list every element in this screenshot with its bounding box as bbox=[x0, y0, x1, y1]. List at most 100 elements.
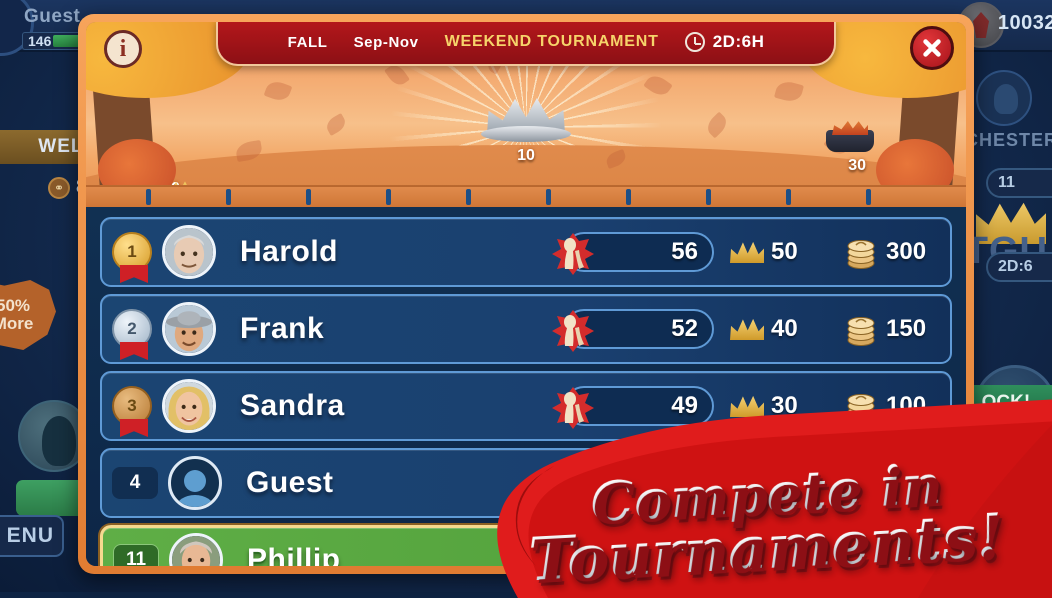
background-promo-badge[interactable]: 50% More bbox=[0, 280, 56, 350]
tournament-header-banner: FALL Sep-Nov WEEKEND TOURNAMENT 2D:6H bbox=[216, 22, 836, 66]
coin-stack-icon bbox=[847, 317, 875, 346]
strike-pins-icon bbox=[552, 233, 594, 275]
coin-stat: 150 bbox=[843, 311, 938, 347]
coin-value: 150 bbox=[886, 315, 927, 342]
table-row[interactable]: 1 Harold 56 50 300 bbox=[100, 217, 952, 287]
crown-value: 30 bbox=[771, 392, 798, 419]
score-value: 52 bbox=[671, 315, 698, 342]
avatar-face-icon bbox=[165, 382, 213, 430]
promo-badge-more: More bbox=[0, 314, 34, 333]
track-tick bbox=[386, 189, 391, 205]
menu-button-label: ENU bbox=[6, 524, 54, 547]
falling-leaf bbox=[263, 78, 293, 104]
time-remaining-group: 2D:6H bbox=[684, 32, 765, 52]
coin-stack-icon bbox=[847, 240, 875, 269]
crown-value: 50 bbox=[771, 238, 798, 265]
track-tick bbox=[306, 189, 311, 205]
background-level-value: 146 bbox=[28, 33, 52, 49]
background-right-timer-pill: 2D:6 bbox=[986, 252, 1052, 282]
center-crown-base bbox=[481, 126, 571, 142]
rank-number: 4 bbox=[112, 467, 158, 499]
crown-icon bbox=[730, 241, 764, 263]
table-row[interactable]: 2 Frank 52 40 150 bbox=[100, 294, 952, 364]
background-right-rank-pill: 11 bbox=[986, 168, 1052, 198]
background-right-timer: 2D:6 bbox=[998, 258, 1033, 275]
close-button[interactable] bbox=[910, 26, 954, 70]
background-player-name: Guest bbox=[24, 6, 81, 27]
row-stats: 52 40 150 bbox=[552, 309, 950, 352]
coin-value: 100 bbox=[886, 392, 927, 419]
player-name: Harold bbox=[240, 235, 339, 268]
rank-medal-gold: 1 bbox=[112, 232, 152, 272]
close-icon bbox=[923, 39, 941, 57]
avatar bbox=[169, 533, 223, 566]
coin-stat: 100 bbox=[843, 388, 938, 424]
player-name: Frank bbox=[240, 312, 325, 345]
crown-stat: 40 bbox=[730, 315, 823, 343]
scene-right-marker: 30 bbox=[848, 157, 866, 174]
tournament-modal: 10 0 30 FALL Sep-Nov WEEKEND TOURNA bbox=[78, 14, 974, 574]
rank-medal-bronze: 3 bbox=[112, 386, 152, 426]
crown-icon bbox=[730, 318, 764, 340]
player-name: Guest bbox=[246, 466, 334, 499]
leaderboard: 1 Harold 56 50 300 2 Frank 52 40 150 3 S… bbox=[86, 207, 966, 566]
falling-leaf bbox=[703, 111, 731, 139]
avatar-face-icon bbox=[165, 228, 213, 276]
coin-value: 300 bbox=[886, 238, 927, 265]
crown-stat: 30 bbox=[730, 392, 823, 420]
time-remaining-value: 2D:6H bbox=[712, 32, 765, 51]
crown-value: 40 bbox=[771, 315, 798, 342]
rank-medal-silver: 2 bbox=[112, 309, 152, 349]
tournament-modal-body: 10 0 30 FALL Sep-Nov WEEKEND TOURNA bbox=[86, 22, 966, 566]
table-row-current-player[interactable]: 11 Phillip bbox=[100, 525, 952, 566]
track-tick bbox=[146, 189, 151, 205]
clock-icon bbox=[684, 32, 705, 52]
avatar bbox=[168, 456, 222, 510]
menu-button[interactable]: ENU bbox=[0, 515, 64, 557]
info-icon[interactable]: i bbox=[104, 30, 142, 68]
track-tick bbox=[706, 189, 711, 205]
crown-icon bbox=[730, 395, 764, 417]
track-tick bbox=[466, 189, 471, 205]
avatar-face-icon bbox=[165, 305, 213, 353]
promo-badge-percent: 50% bbox=[0, 296, 31, 316]
track-tick bbox=[786, 189, 791, 205]
tournament-title: WEEKEND TOURNAMENT bbox=[444, 33, 659, 50]
score-pill: 49 bbox=[552, 386, 714, 429]
avatar bbox=[162, 225, 216, 279]
background-right-player-name: CHESTER bbox=[964, 130, 1052, 150]
score-value: 49 bbox=[671, 392, 698, 419]
season-label: FALL bbox=[287, 33, 328, 51]
track-tick bbox=[546, 189, 551, 205]
row-stats: 56 50 300 bbox=[552, 232, 950, 275]
avatar bbox=[162, 302, 216, 356]
strike-pins-icon bbox=[552, 387, 594, 429]
strike-pins-icon bbox=[552, 310, 594, 352]
background-right-rank: 11 bbox=[998, 174, 1015, 191]
falling-leaf bbox=[323, 113, 349, 136]
player-name: Phillip bbox=[247, 543, 341, 566]
score-pill: 52 bbox=[552, 309, 714, 352]
table-row[interactable]: 4 Guest bbox=[100, 448, 952, 518]
avatar-face-icon bbox=[172, 536, 220, 566]
track-tick bbox=[626, 189, 631, 205]
crown-stat: 50 bbox=[730, 238, 823, 266]
track-tick bbox=[866, 189, 871, 205]
coin-stack-icon bbox=[847, 394, 875, 423]
progress-track bbox=[86, 185, 966, 207]
rank-number: 11 bbox=[113, 544, 159, 566]
unlock-button-label: LOCK! bbox=[970, 392, 1031, 413]
goal-crown-icon bbox=[826, 130, 874, 152]
unlock-button[interactable]: LOCK! bbox=[964, 385, 1052, 421]
track-tick bbox=[226, 189, 231, 205]
key-icon: ⚭ bbox=[48, 176, 70, 199]
score-value: 56 bbox=[671, 238, 698, 265]
score-pill: 56 bbox=[552, 232, 714, 275]
player-name: Sandra bbox=[240, 389, 345, 422]
scene-center-marker: 10 bbox=[517, 147, 535, 164]
table-row[interactable]: 3 Sandra 49 30 100 bbox=[100, 371, 952, 441]
background-right-avatar[interactable] bbox=[976, 70, 1032, 126]
background-coin-count: 10032 bbox=[997, 12, 1052, 34]
months-label: Sep-Nov bbox=[353, 33, 419, 51]
avatar bbox=[162, 379, 216, 433]
